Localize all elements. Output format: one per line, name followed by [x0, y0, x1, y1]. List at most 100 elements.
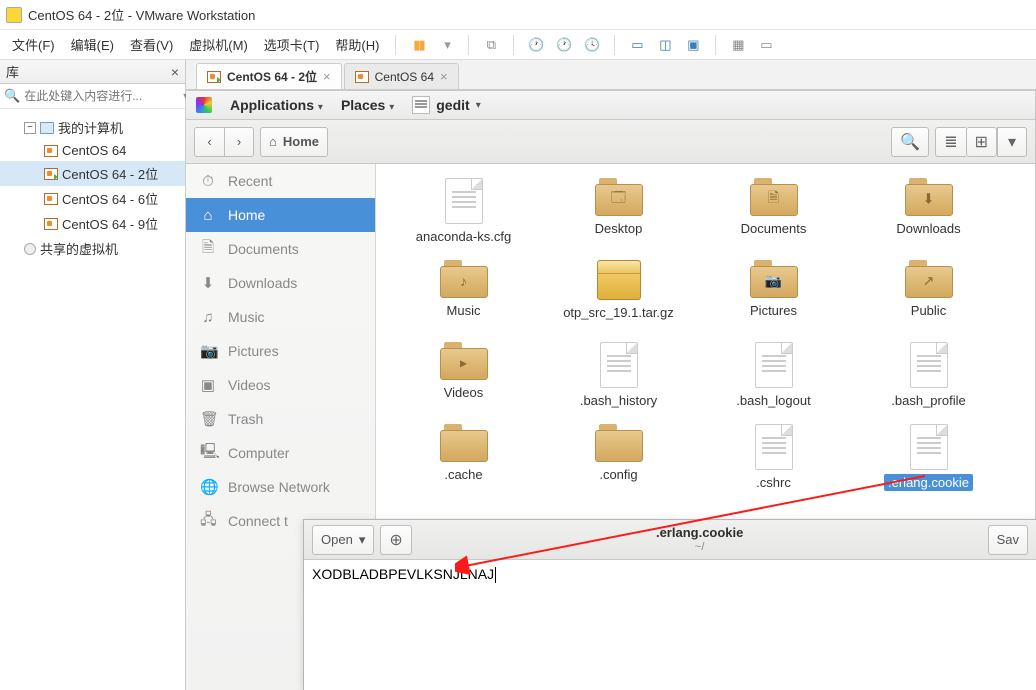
back-button[interactable]: ‹	[194, 127, 224, 157]
library-search[interactable]: 🔍 ▾	[0, 84, 185, 109]
file-item[interactable]: .cache	[386, 424, 541, 506]
videos-icon: ▣	[200, 376, 216, 394]
window-title: CentOS 64 - 2位 - VMware Workstation	[28, 5, 255, 24]
window-icon[interactable]: ▭	[754, 33, 778, 57]
file-item[interactable]: anaconda-ks.cfg	[386, 178, 541, 260]
file-item[interactable]: .cshrc	[696, 424, 851, 506]
applications-menu[interactable]: Applications ▾	[230, 97, 323, 113]
gedit-open-button[interactable]: Open ▾	[312, 525, 374, 555]
view-icon[interactable]: ▣	[681, 33, 705, 57]
folder-icon	[440, 424, 488, 462]
search-input[interactable]	[24, 89, 179, 103]
trash-icon: 🗑	[200, 410, 216, 428]
sidebar-item-music[interactable]: ♫ Music	[186, 300, 375, 334]
tree-vm[interactable]: CentOS 64 - 2位	[0, 161, 185, 186]
vm-tree: − 我的计算机 CentOS 64 CentOS 64 - 2位 CentOS …	[0, 109, 185, 267]
vm-tab-active[interactable]: CentOS 64 - 2位 ×	[196, 63, 342, 89]
collapse-icon[interactable]: −	[24, 122, 36, 134]
menu-tabs[interactable]: 选项卡(T)	[258, 31, 326, 58]
gedit-title: .erlang.cookie ~/	[418, 526, 982, 552]
sidebar-item-label: Videos	[228, 377, 271, 393]
stop-icon[interactable]: ▾	[434, 33, 458, 57]
path-home[interactable]: ⌂ Home	[260, 127, 328, 157]
menu-vm[interactable]: 虚拟机(M)	[183, 31, 254, 58]
sidebar-item-label: Music	[228, 309, 265, 325]
gedit-save-button[interactable]: Sav	[988, 525, 1028, 555]
app-indicator[interactable]: gedit ▾	[412, 96, 480, 114]
file-label: .bash_profile	[887, 392, 969, 409]
view-options-button[interactable]: ▾	[997, 127, 1027, 157]
sidebar-item-trash[interactable]: 🗑Trash	[186, 402, 375, 436]
search-button[interactable]: 🔍	[891, 127, 929, 157]
sidebar-item-home[interactable]: ⌂Home	[186, 198, 375, 232]
file-item[interactable]: .bash_history	[541, 342, 696, 424]
menubar: 文件(F) 编辑(E) 查看(V) 虚拟机(M) 选项卡(T) 帮助(H) ▮▮…	[0, 30, 1036, 60]
gedit-newtab-button[interactable]: ⊕	[380, 525, 411, 555]
sidebar-item-videos[interactable]: ▣ Videos	[186, 368, 375, 402]
sidebar-item-recent[interactable]: ⏱Recent	[186, 164, 375, 198]
tree-vm-label: CentOS 64 - 2位	[62, 164, 158, 183]
unity-icon[interactable]: ◫	[653, 33, 677, 57]
gedit-textarea[interactable]: XODBLADBPEVLKSNJLNAJ	[304, 560, 1036, 690]
file-item[interactable]: ⬇Downloads	[851, 178, 1006, 260]
file-item[interactable]: .bash_profile	[851, 342, 1006, 424]
menu-edit[interactable]: 编辑(E)	[65, 31, 120, 58]
folder-icon	[595, 424, 643, 462]
file-label: .bash_logout	[732, 392, 814, 409]
tree-vm-label: CentOS 64 - 6位	[62, 189, 158, 208]
vm-icon	[44, 218, 58, 230]
sidebar-item-downloads[interactable]: ⬇Downloads	[186, 266, 375, 300]
tree-vm-label: CentOS 64 - 9位	[62, 214, 158, 233]
file-label: Public	[907, 302, 950, 319]
clock3-icon[interactable]: 🕓	[580, 33, 604, 57]
file-item[interactable]: .bash_logout	[696, 342, 851, 424]
menu-view[interactable]: 查看(V)	[124, 31, 179, 58]
clock2-icon[interactable]: 🕐	[552, 33, 576, 57]
tree-root[interactable]: − 我的计算机	[0, 115, 185, 140]
file-item[interactable]: .config	[541, 424, 696, 506]
menu-file[interactable]: 文件(F)	[6, 31, 61, 58]
file-item[interactable]: .erlang.cookie	[851, 424, 1006, 506]
tree-shared-label: 共享的虚拟机	[40, 239, 118, 258]
sidebar-item-computer[interactable]: 🖳Computer	[186, 436, 375, 470]
snapshot-icon[interactable]: ⧉	[479, 33, 503, 57]
grid-view-button[interactable]: ⊞	[966, 127, 997, 157]
vm-icon	[44, 145, 58, 157]
tree-shared[interactable]: 共享的虚拟机	[0, 236, 185, 261]
list-view-button[interactable]: ≣	[935, 127, 965, 157]
close-tab-icon[interactable]: ×	[440, 69, 448, 84]
tile-icon[interactable]: ▦	[726, 33, 750, 57]
gedit-content: XODBLADBPEVLKSNJLNAJ	[312, 566, 494, 582]
clock1-icon[interactable]: 🕐	[524, 33, 548, 57]
file-item[interactable]: ↗Public	[851, 260, 1006, 342]
forward-button[interactable]: ›	[224, 127, 254, 157]
file-item[interactable]: 📷Pictures	[696, 260, 851, 342]
tree-vm[interactable]: CentOS 64 - 6位	[0, 186, 185, 211]
file-item[interactable]: 🗎Documents	[696, 178, 851, 260]
vm-tab[interactable]: CentOS 64 ×	[344, 63, 459, 89]
close-icon[interactable]: ×	[171, 64, 179, 80]
sidebar-item-browse-network[interactable]: 🌐Browse Network	[186, 470, 375, 504]
file-label: .bash_history	[576, 392, 661, 409]
music-icon: ♫	[200, 309, 216, 326]
file-label: .cshrc	[752, 474, 795, 491]
file-item[interactable]: 🗔Desktop	[541, 178, 696, 260]
pause-icon[interactable]: ▮▮	[406, 33, 430, 57]
close-tab-icon[interactable]: ×	[323, 69, 331, 84]
archive-icon	[597, 260, 641, 300]
file-icon	[445, 178, 483, 224]
file-item[interactable]: ♪Music	[386, 260, 541, 342]
file-item[interactable]: otp_src_19.1.tar.gz	[541, 260, 696, 342]
activities-icon[interactable]	[196, 97, 212, 113]
file-item[interactable]: ▸Videos	[386, 342, 541, 424]
file-icon	[910, 424, 948, 470]
places-menu[interactable]: Places ▾	[341, 97, 394, 113]
menu-help[interactable]: 帮助(H)	[329, 31, 385, 58]
fullscreen-icon[interactable]: ▭	[625, 33, 649, 57]
tree-vm[interactable]: CentOS 64 - 9位	[0, 211, 185, 236]
gedit-path: ~/	[418, 541, 982, 553]
sidebar-item-documents[interactable]: 🗎Documents	[186, 232, 375, 266]
sidebar-item-pictures[interactable]: 📷Pictures	[186, 334, 375, 368]
tree-vm[interactable]: CentOS 64	[0, 140, 185, 161]
gedit-icon	[412, 96, 430, 114]
